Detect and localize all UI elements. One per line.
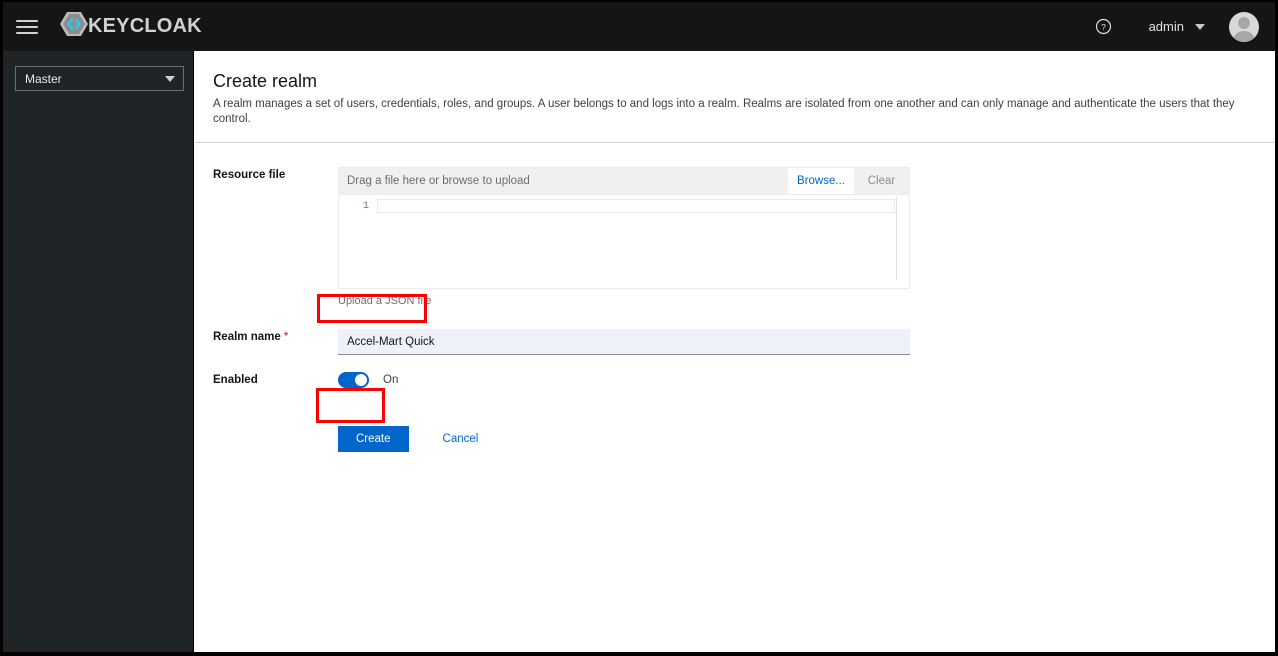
file-upload-header: Drag a file here or browse to upload Bro… bbox=[338, 167, 910, 194]
create-realm-form: Resource file Drag a file here or browse… bbox=[195, 143, 1275, 452]
editor-active-line[interactable] bbox=[377, 199, 895, 213]
keycloak-brand-link[interactable]: KEYCLOAK bbox=[59, 9, 202, 44]
page-header: Create realm A realm manages a set of us… bbox=[195, 51, 1275, 143]
enabled-state-label: On bbox=[383, 374, 399, 386]
brand-text: KEYCLOAK bbox=[88, 15, 202, 37]
enabled-label: Enabled bbox=[213, 374, 258, 386]
masthead: KEYCLOAK ? admin bbox=[3, 2, 1275, 51]
realm-name-field: Accel-Mart Quick bbox=[338, 329, 1275, 355]
file-drop-placeholder[interactable]: Drag a file here or browse to upload bbox=[339, 168, 788, 194]
svg-text:?: ? bbox=[1101, 22, 1106, 32]
hamburger-line bbox=[16, 31, 38, 34]
form-actions: Create Cancel bbox=[338, 426, 1275, 452]
chevron-down-icon[interactable] bbox=[1195, 23, 1205, 30]
clear-button[interactable]: Clear bbox=[854, 168, 909, 194]
avatar[interactable] bbox=[1229, 11, 1259, 42]
username-label[interactable]: admin bbox=[1149, 19, 1184, 34]
masthead-toolbar: ? admin bbox=[1087, 10, 1275, 44]
json-code-editor[interactable]: 1 bbox=[338, 194, 910, 289]
form-row-realm-name: Realm name * Accel-Mart Quick bbox=[195, 329, 1275, 355]
form-row-resource-file: Resource file Drag a file here or browse… bbox=[195, 167, 1275, 307]
chevron-down-icon bbox=[165, 75, 175, 82]
file-upload: Drag a file here or browse to upload Bro… bbox=[338, 167, 910, 289]
screenshot-frame: KEYCLOAK ? admin Master Create realm A r… bbox=[0, 0, 1278, 656]
cancel-button[interactable]: Cancel bbox=[443, 433, 479, 445]
realm-name-label-text: Realm name bbox=[213, 331, 281, 343]
page-title: Create realm bbox=[213, 71, 318, 91]
main-content: Create realm A realm manages a set of us… bbox=[195, 51, 1275, 652]
editor-ruler bbox=[896, 197, 897, 280]
realm-selector-dropdown[interactable]: Master bbox=[15, 66, 184, 91]
realm-name-label: Realm name * bbox=[213, 329, 323, 343]
hamburger-line bbox=[16, 25, 38, 28]
realm-selector-label: Master bbox=[25, 71, 62, 86]
global-nav-toggle-icon[interactable] bbox=[16, 15, 40, 39]
realm-name-input[interactable]: Accel-Mart Quick bbox=[338, 329, 910, 355]
form-row-enabled: Enabled On bbox=[195, 372, 1275, 388]
sidebar: Master bbox=[3, 51, 194, 652]
required-marker: * bbox=[283, 331, 289, 343]
enabled-field: On bbox=[338, 372, 1275, 388]
browse-button[interactable]: Browse... bbox=[788, 168, 854, 194]
editor-line-number: 1 bbox=[339, 195, 377, 288]
editor-content[interactable] bbox=[377, 195, 909, 288]
resource-file-helper-text: Upload a JSON file bbox=[338, 295, 432, 307]
page-subtitle: A realm manages a set of users, credenti… bbox=[213, 98, 1235, 125]
resource-file-field: Drag a file here or browse to upload Bro… bbox=[338, 167, 1275, 307]
help-circle-icon[interactable]: ? bbox=[1087, 10, 1121, 44]
keycloak-admin-console: KEYCLOAK ? admin Master Create realm A r… bbox=[3, 2, 1275, 652]
create-button[interactable]: Create bbox=[338, 426, 409, 452]
resource-file-label: Resource file bbox=[213, 169, 286, 181]
hamburger-line bbox=[16, 19, 38, 22]
keycloak-logo-icon bbox=[59, 9, 89, 44]
enabled-toggle[interactable] bbox=[338, 372, 369, 388]
